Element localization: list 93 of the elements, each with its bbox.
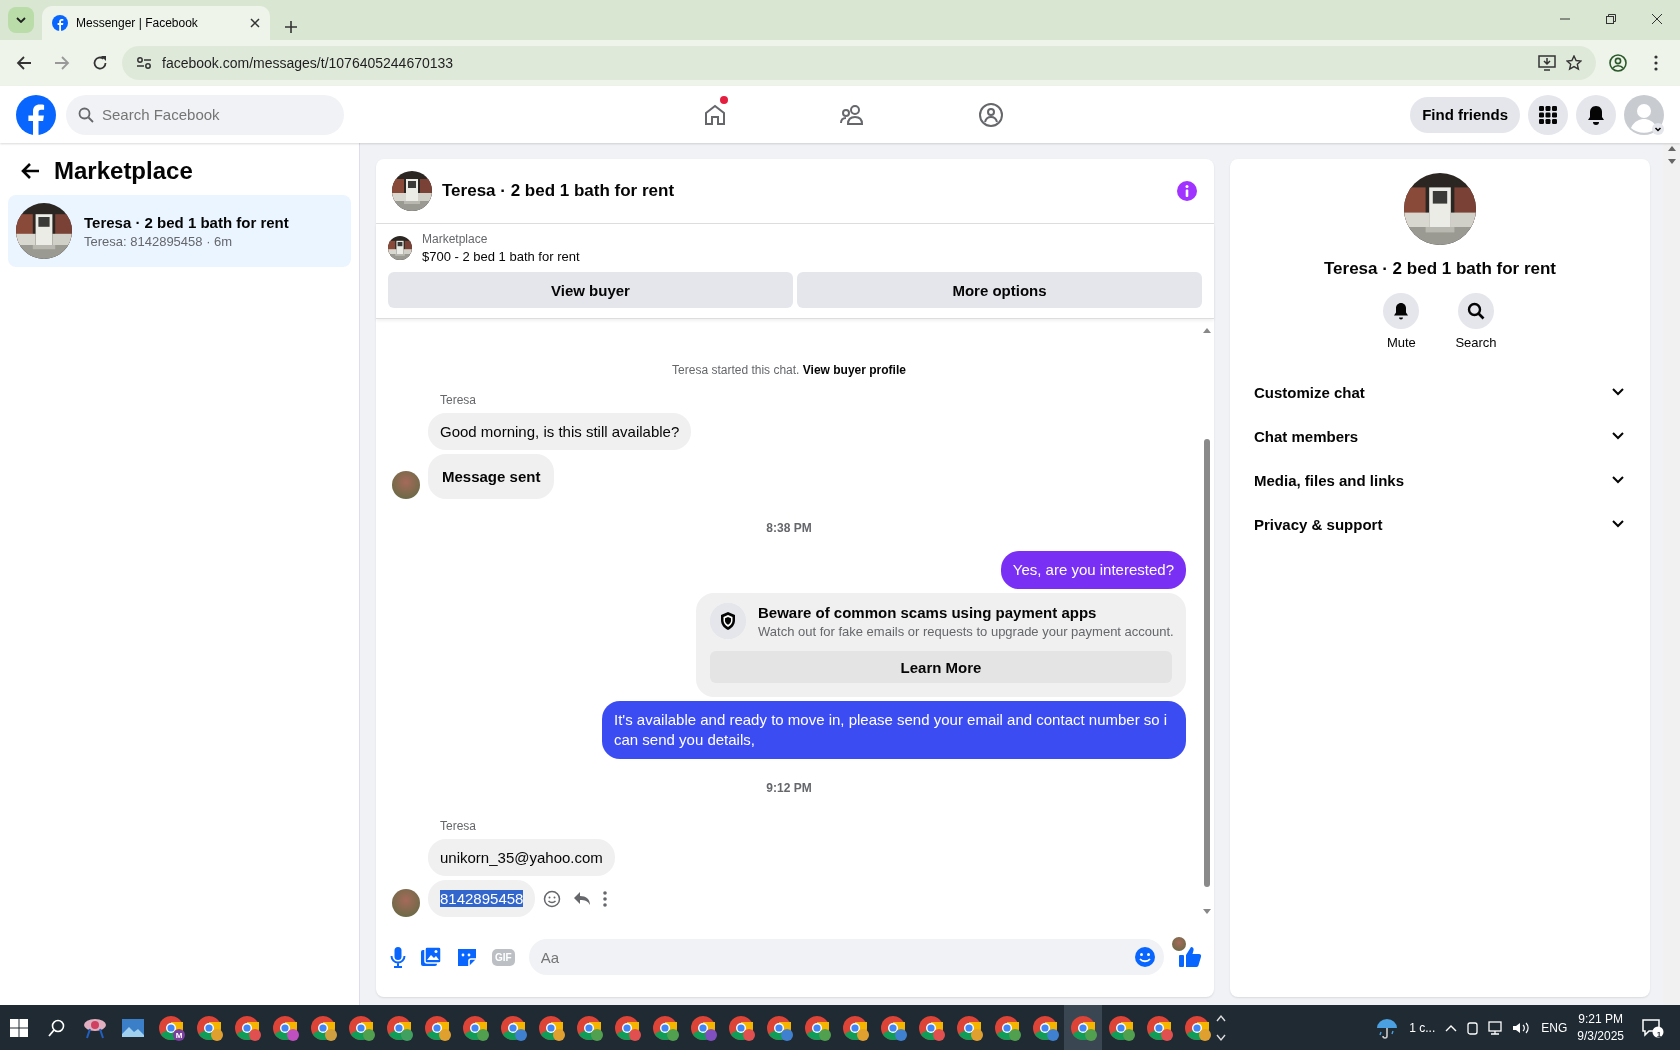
photo-icon[interactable]	[420, 946, 442, 968]
grid-icon	[1539, 105, 1557, 124]
timestamp: 8:38 PM	[765, 520, 813, 537]
sidebar-title: Marketplace	[54, 157, 193, 185]
notification-count: 1	[1655, 1028, 1663, 1040]
windows-icon	[10, 1018, 28, 1037]
message-bubble: Message sent	[428, 454, 555, 499]
details-section[interactable]: Customize chat	[1238, 370, 1642, 414]
conversation-preview: Teresa: 8142895458 · 6m	[84, 233, 234, 249]
find-friends-button[interactable]: Find friends	[1410, 96, 1520, 133]
language-indicator[interactable]: ENG	[1541, 1020, 1568, 1035]
details-section[interactable]: Privacy & support	[1238, 502, 1642, 546]
message-bubble: 8142895458	[428, 880, 536, 917]
chat-intro: Teresa started this chat. View buyer profile	[671, 363, 907, 377]
menu-icon	[1654, 55, 1658, 71]
conversation-title: Teresa · 2 bed 1 bath for rent	[84, 213, 289, 231]
avatar	[1172, 937, 1186, 951]
conversation-item[interactable]: Teresa · 2 bed 1 bath for rent Teresa: 8142895458 · 6m	[8, 195, 351, 267]
emoji-icon[interactable]	[1134, 946, 1156, 968]
message-bubble: Good morning, is this still available?	[428, 413, 692, 450]
avatar	[392, 471, 420, 499]
search-icon	[48, 1018, 66, 1037]
photos-icon	[121, 1017, 145, 1038]
timestamp: 9:12 PM	[765, 780, 813, 797]
forward-arrow-icon	[54, 55, 70, 71]
star-icon[interactable]	[1566, 55, 1582, 71]
details-title: Teresa · 2 bed 1 bath for rent	[1323, 259, 1557, 279]
details-section[interactable]: Media, files and links	[1238, 458, 1642, 502]
back-arrow-icon	[16, 55, 32, 71]
chat-title: Teresa · 2 bed 1 bath for rent	[442, 181, 676, 201]
sticker-icon[interactable]	[456, 946, 478, 968]
notifications-button[interactable]	[1576, 94, 1616, 135]
taskbar-app-button[interactable]	[1064, 1005, 1102, 1050]
taskbar-app-button[interactable]: M	[152, 1005, 190, 1050]
tray-icons-drawing[interactable]	[1467, 1019, 1532, 1036]
notification-dot	[720, 95, 728, 104]
view-buyer-profile-link[interactable]: View buyer profile	[802, 363, 906, 377]
facebook-logo[interactable]	[16, 94, 56, 135]
chevron-down-icon	[16, 17, 26, 23]
message-bubble: It's available and ready to move in, please send your email and contact number so i can send you details,	[602, 701, 1186, 759]
bell-icon	[1587, 104, 1605, 125]
chevron-down-icon	[1612, 476, 1624, 484]
home-icon	[703, 102, 727, 127]
bell-icon	[1393, 302, 1410, 320]
browser-tab[interactable]: Messenger | Facebook	[42, 6, 270, 40]
notification-center-button[interactable]: 1	[1634, 1005, 1672, 1050]
chevron-down-icon	[1612, 432, 1624, 440]
message-field[interactable]: Aa	[528, 939, 1164, 975]
facebook-icon	[52, 15, 68, 31]
search-icon	[78, 106, 94, 123]
weather-text[interactable]: 1 c...	[1409, 1020, 1436, 1035]
learn-more-button[interactable]: Learn More	[710, 651, 1172, 683]
clock-time[interactable]: 9:21 PM	[1578, 1012, 1623, 1026]
smiley-icon[interactable]	[543, 889, 562, 908]
groups-icon	[978, 101, 1004, 128]
person-icon	[1609, 54, 1627, 72]
speech-bubble-icon	[1642, 1017, 1664, 1038]
sender-name: Teresa	[440, 819, 478, 833]
chevron-down-icon	[1612, 520, 1624, 528]
search-field[interactable]: Search Facebook	[66, 94, 344, 135]
friends-icon	[840, 102, 866, 127]
tray-caret-icon[interactable]	[1445, 1023, 1458, 1032]
person-icon	[1624, 94, 1664, 135]
clock-date[interactable]: 9/3/2025	[1577, 1029, 1624, 1043]
listing-label: Marketplace	[422, 232, 489, 246]
sender-name: Teresa	[440, 393, 478, 407]
listing-action-button[interactable]: View buyer	[388, 272, 793, 308]
message-bubble: unikorn_35@yahoo.com	[428, 839, 615, 876]
site-info-icon[interactable]	[136, 56, 152, 70]
close-icon	[1652, 14, 1662, 24]
warning-title: Beware of common scams using payment apps	[758, 603, 1098, 621]
more-icon[interactable]	[603, 890, 608, 907]
close-icon[interactable]	[250, 18, 260, 28]
tab-search-button[interactable]	[8, 7, 34, 33]
details-section[interactable]: Chat members	[1238, 414, 1642, 458]
thumbs-up-icon[interactable]	[1178, 946, 1202, 968]
reply-icon[interactable]	[573, 890, 592, 907]
menu-button[interactable]	[1528, 94, 1568, 135]
restore-icon	[1606, 14, 1616, 24]
message-bubble: Yes, are you interested?	[1000, 551, 1186, 589]
new-tab-icon[interactable]	[284, 20, 298, 34]
reload-icon	[92, 55, 108, 71]
install-icon[interactable]	[1538, 55, 1556, 71]
info-icon[interactable]	[1176, 180, 1198, 202]
listing-action-button[interactable]: More options	[797, 272, 1202, 308]
microphone-icon[interactable]	[390, 946, 406, 968]
chevron-down-icon	[1612, 388, 1624, 396]
search-icon	[1467, 302, 1485, 320]
address-bar[interactable]: facebook.com/messages/t/1076405244670133	[122, 46, 1596, 80]
warning-text: Watch out for fake emails or requests to upgrade your payment account.	[758, 623, 1174, 639]
back-arrow-icon[interactable]	[20, 162, 40, 180]
listing-title: $700 - 2 bed 1 bath for rent	[422, 249, 580, 264]
avatar	[392, 889, 420, 917]
